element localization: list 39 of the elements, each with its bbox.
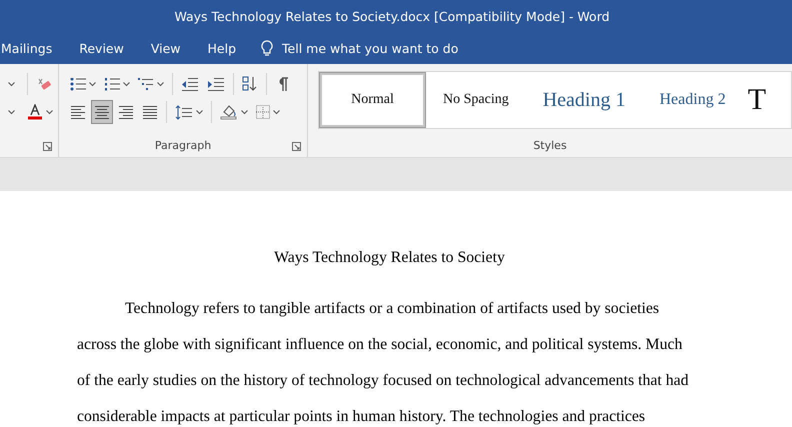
caret-icon <box>8 110 14 114</box>
numbered-list-icon <box>104 78 120 90</box>
align-center-icon <box>94 106 110 118</box>
sort-icon <box>242 76 258 92</box>
line-spacing-icon <box>175 104 193 120</box>
dialog-launcher-icon[interactable] <box>292 142 301 151</box>
ribbon-tab[interactable]: Mailings <box>1 40 52 56</box>
caret-icon <box>8 82 14 86</box>
caret-icon <box>89 82 96 86</box>
tell-me-search[interactable]: Tell me what you want to do <box>282 40 458 56</box>
align-right-icon <box>118 106 134 118</box>
document-title: Ways Technology Relates to Society <box>273 248 506 268</box>
caret-icon <box>157 82 164 86</box>
caret-icon <box>241 110 248 114</box>
indent-icon <box>207 78 225 90</box>
caret-icon <box>273 110 280 114</box>
paint-bucket-icon <box>220 104 238 120</box>
ribbon-tab[interactable]: Review <box>79 40 124 56</box>
window-title: Ways Technology Relates to Society.docx [Compatibility Mode] - Word <box>174 8 610 24</box>
pilcrow-icon <box>277 76 289 92</box>
group-label: Paragraph <box>154 138 212 154</box>
align-left-icon <box>70 106 86 118</box>
multilevel-list-icon <box>138 78 154 90</box>
borders-icon <box>256 105 270 119</box>
ribbon-tab[interactable]: View <box>150 40 181 56</box>
bullet-list-icon <box>70 78 86 90</box>
style-option[interactable]: Normal <box>319 72 426 128</box>
justify-icon <box>142 106 158 118</box>
caret-icon <box>196 110 203 114</box>
group-label: Styles <box>533 138 567 154</box>
body-paragraph: Technology refers to tangible artifacts or a combination of artifacts used by societies across the globe with significant influence on the social, economic, and political systems. Much of the early studies on the history of technology focused on technological advancements that had considerable impacts at particular points in human history. The technologies and practices <box>77 299 690 427</box>
caret-icon <box>46 110 53 114</box>
alignment-button[interactable] <box>91 100 113 124</box>
outdent-icon <box>181 78 199 90</box>
font-color-icon <box>27 104 43 120</box>
lightbulb-icon <box>261 40 274 56</box>
ribbon-tab[interactable]: Help <box>208 40 236 56</box>
caret-icon <box>123 82 130 86</box>
dialog-launcher-icon[interactable] <box>43 142 52 151</box>
